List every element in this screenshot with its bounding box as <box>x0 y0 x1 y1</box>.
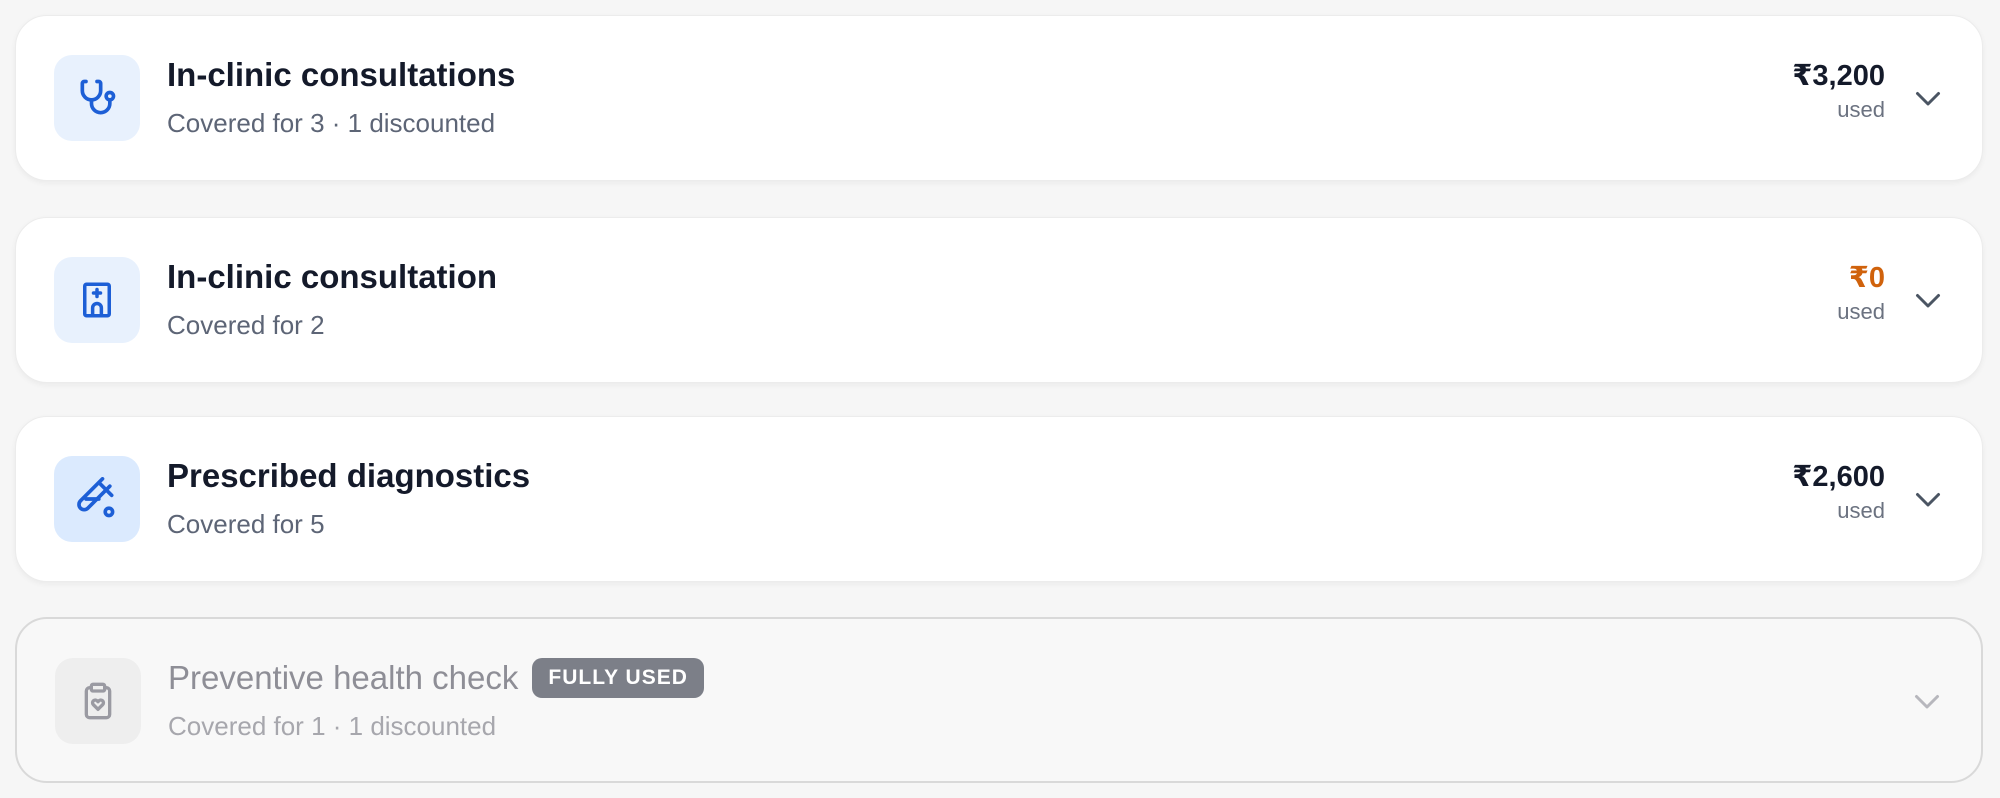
stethoscope-icon <box>80 79 116 115</box>
benefit-card-prescribed-diagnostics[interactable]: Prescribed diagnostics Covered for 5 ₹2,… <box>15 416 1983 582</box>
chevron-down-icon[interactable] <box>1909 683 1945 719</box>
usage-summary: ₹3,200 used <box>1792 58 1885 126</box>
benefit-icon-tile <box>54 55 140 141</box>
benefit-subtitle: Covered for 2 <box>167 310 325 340</box>
chevron-down-icon[interactable] <box>1910 282 1946 318</box>
benefit-title: Preventive health check <box>168 659 519 696</box>
benefit-subtitle: Covered for 5 <box>167 509 325 539</box>
chevron-down-icon[interactable] <box>1910 80 1946 116</box>
chevron-down-icon[interactable] <box>1910 481 1946 517</box>
used-label: used <box>1837 97 1885 122</box>
benefit-title: In-clinic consultations <box>167 56 516 93</box>
benefit-icon-tile <box>54 257 140 343</box>
used-label: used <box>1837 299 1885 324</box>
benefit-icon-tile <box>55 658 141 744</box>
benefit-subtitle: Covered for 1 · 1 discounted <box>168 711 497 741</box>
benefit-card-in-clinic-consultations[interactable]: In-clinic consultations Covered for 3 · … <box>15 15 1983 181</box>
used-label: used <box>1837 498 1885 523</box>
benefit-title: In-clinic consultation <box>167 258 498 295</box>
benefit-card-preventive-health-check[interactable]: Preventive health check FULLY USED Cover… <box>15 617 1983 783</box>
usage-summary: ₹2,600 used <box>1792 459 1885 527</box>
test-tube-icon <box>77 477 115 518</box>
amount-used: ₹3,200 <box>1792 60 1885 92</box>
usage-summary: ₹0 used <box>1837 260 1885 328</box>
fully-used-badge: FULLY USED <box>532 658 704 698</box>
hospital-icon <box>83 282 111 318</box>
benefit-card-in-clinic-consultation[interactable]: In-clinic consultation Covered for 2 ₹0 … <box>15 217 1983 383</box>
clipboard-heart-icon <box>84 682 112 720</box>
benefit-title: Prescribed diagnostics <box>167 457 531 494</box>
benefit-subtitle: Covered for 3 · 1 discounted <box>167 108 496 138</box>
amount-used: ₹0 <box>1848 262 1885 294</box>
benefit-icon-tile <box>54 456 140 542</box>
amount-used: ₹2,600 <box>1792 461 1885 493</box>
